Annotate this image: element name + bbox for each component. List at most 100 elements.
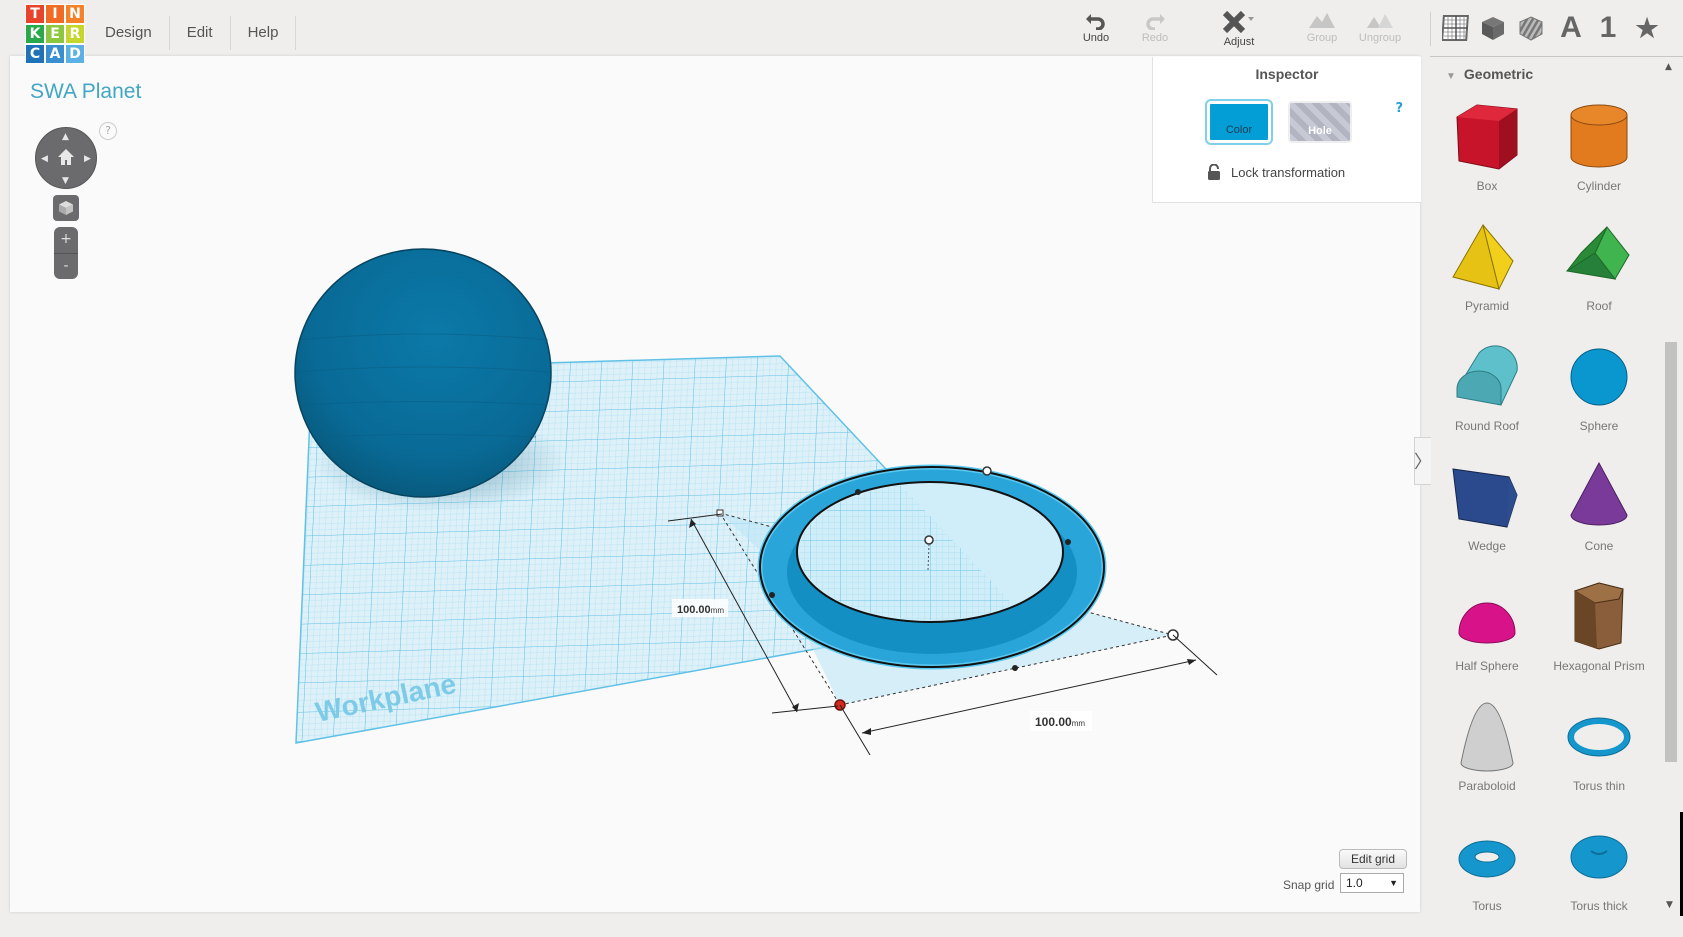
- lock-label: Lock transformation: [1231, 164, 1346, 180]
- height-handle[interactable]: [924, 535, 934, 545]
- text-icon[interactable]: A: [1555, 11, 1587, 44]
- shape-label: Hexagonal Prism: [1553, 659, 1645, 673]
- star-icon[interactable]: ★: [1631, 12, 1663, 44]
- shape-hexagonal-prism[interactable]: Hexagonal Prism: [1543, 577, 1655, 697]
- torus-thick-icon: [1570, 835, 1628, 879]
- view-cube-icon: [59, 201, 73, 215]
- logo-letter: K: [25, 24, 45, 44]
- shape-label: Pyramid: [1464, 299, 1509, 313]
- category-label: Geometric: [1463, 66, 1534, 82]
- inspector-panel: Inspector Color Hole ? Lock transformati…: [1152, 57, 1421, 203]
- snap-grid-label: Snap grid: [1283, 878, 1335, 892]
- shape-label: Cone: [1584, 539, 1614, 553]
- tinkercad-logo[interactable]: TINKERCAD: [25, 4, 85, 64]
- orbit-control[interactable]: ▲ ▼ ◀ ▶: [35, 127, 97, 189]
- shape-sphere[interactable]: Sphere: [1543, 337, 1655, 457]
- shape-roof[interactable]: Roof: [1543, 217, 1655, 337]
- shape-label: Sphere: [1579, 419, 1619, 433]
- view-navigation: ▲ ▼ ◀ ▶: [35, 127, 97, 189]
- color-label: Color: [1225, 124, 1253, 136]
- paraboloid-icon: [1460, 702, 1514, 772]
- shape-label: Half Sphere: [1455, 659, 1519, 673]
- shape-torus-thin[interactable]: Torus thin: [1543, 697, 1655, 817]
- chevron-down-icon: ▼: [1389, 878, 1398, 888]
- logo-letter: T: [25, 4, 45, 24]
- shape-label: Paraboloid: [1458, 779, 1516, 793]
- logo-letter: I: [45, 4, 65, 24]
- roof-icon: [1565, 226, 1630, 280]
- half-sphere-icon: [1458, 602, 1516, 644]
- orbit-left-icon[interactable]: ◀: [41, 154, 48, 164]
- rotate-handle[interactable]: [982, 466, 992, 476]
- collapse-sidebar-button[interactable]: 〉: [1414, 437, 1432, 485]
- workplane-grid-icon[interactable]: [1440, 12, 1472, 44]
- shape-label: Wedge: [1468, 539, 1506, 553]
- shapes-sidebar: ▼ Geometric Box Cylinder Pyramid Roof Round R…: [1430, 56, 1683, 917]
- shape-cylinder[interactable]: Cylinder: [1543, 97, 1655, 217]
- shape-box[interactable]: Box: [1431, 97, 1543, 217]
- logo-letter: D: [65, 44, 85, 64]
- shape-label: Roof: [1586, 299, 1612, 313]
- scroll-up-arrow[interactable]: ▲: [1665, 62, 1672, 72]
- shape-label: Cylinder: [1576, 179, 1621, 193]
- shape-label: Torus thick: [1570, 899, 1628, 913]
- orbit-down-icon[interactable]: ▼: [62, 176, 69, 186]
- toolbar-separator: [1430, 12, 1431, 46]
- shape-label: Box: [1476, 179, 1498, 193]
- lock-transformation-toggle[interactable]: Lock transformation: [1207, 164, 1345, 180]
- inspector-title: Inspector: [1255, 66, 1319, 82]
- orbit-up-icon[interactable]: ▲: [62, 132, 69, 142]
- scroll-down-arrow[interactable]: ▼: [1666, 900, 1673, 910]
- torus-icon: [1458, 840, 1516, 878]
- cone-icon: [1570, 461, 1628, 526]
- fit-view-button[interactable]: [53, 195, 79, 221]
- snap-grid-value: 1.0: [1346, 876, 1363, 890]
- color-swatch-button[interactable]: Color: [1207, 101, 1271, 143]
- shape-cone[interactable]: Cone: [1543, 457, 1655, 577]
- nav-help-button[interactable]: ?: [99, 122, 117, 140]
- shape-paraboloid[interactable]: Paraboloid: [1431, 697, 1543, 817]
- shape-label: Torus: [1472, 899, 1502, 913]
- sphere-icon: [1570, 348, 1628, 406]
- shape-pyramid[interactable]: Pyramid: [1431, 217, 1543, 337]
- shape-torus[interactable]: Torus: [1431, 817, 1543, 937]
- shape-label: Round Roof: [1454, 419, 1520, 433]
- hole-label: Hole: [1308, 125, 1332, 137]
- hole-cube-icon[interactable]: [1515, 12, 1547, 44]
- design-title[interactable]: SWA Planet: [30, 80, 141, 104]
- shape-wedge[interactable]: Wedge: [1431, 457, 1543, 577]
- logo-letter: E: [45, 24, 65, 44]
- home-icon[interactable]: [57, 148, 75, 166]
- box-icon: [1456, 104, 1518, 170]
- hole-button[interactable]: Hole: [1288, 101, 1352, 143]
- shape-torus-thick[interactable]: Torus thick: [1543, 817, 1655, 937]
- category-geometric[interactable]: ▼ Geometric: [1446, 66, 1533, 82]
- lock-icon: [1208, 164, 1220, 180]
- zoom-out-button[interactable]: -: [54, 254, 78, 280]
- shape-label: Torus thin: [1572, 779, 1626, 793]
- svg-text:100.00mm: 100.00mm: [677, 604, 724, 616]
- edit-grid-button[interactable]: Edit grid: [1339, 849, 1407, 869]
- orbit-right-icon[interactable]: ▶: [84, 154, 91, 164]
- torus-thin-icon: [1567, 717, 1631, 757]
- logo-letter: R: [65, 24, 85, 44]
- sidebar-scrollbar[interactable]: [1665, 342, 1677, 762]
- zoom-control: + -: [54, 227, 78, 279]
- chevron-right-icon: 〉: [1414, 452, 1432, 473]
- sphere-object[interactable]: [294, 248, 552, 498]
- depth-dimension-label[interactable]: 100.00mm: [672, 599, 728, 617]
- torus-object[interactable]: [757, 464, 1107, 670]
- snap-grid-select[interactable]: 1.0 ▼: [1340, 873, 1404, 893]
- inspector-help-button[interactable]: ?: [1395, 101, 1403, 116]
- wedge-icon: [1452, 468, 1518, 528]
- number-icon[interactable]: 1: [1592, 11, 1624, 44]
- cylinder-icon: [1570, 104, 1628, 168]
- pyramid-icon: [1452, 223, 1514, 291]
- round-roof-icon: [1456, 345, 1518, 406]
- width-dimension-label[interactable]: 100.00mm: [1030, 711, 1092, 731]
- corner-handle[interactable]: [716, 509, 724, 517]
- shape-round-roof[interactable]: Round Roof: [1431, 337, 1543, 457]
- shape-half-sphere[interactable]: Half Sphere: [1431, 577, 1543, 697]
- solid-cube-icon[interactable]: [1477, 12, 1509, 44]
- zoom-in-button[interactable]: +: [54, 227, 78, 254]
